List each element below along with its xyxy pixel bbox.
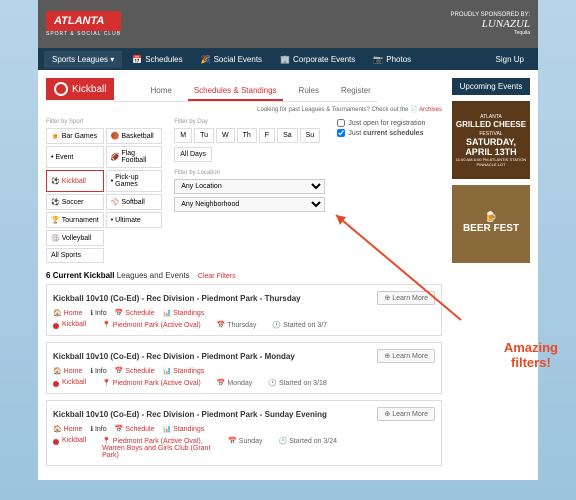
card-tab-home[interactable]: 🏠 Home [53,309,82,317]
card-tab-info[interactable]: ℹ Info [90,425,106,433]
main-nav: Sports Leagues ▾📅Schedules🎉Social Events… [38,48,538,70]
location-select[interactable]: Any Location [174,179,325,194]
sport-kickball[interactable]: ⚽Kickball [46,170,104,192]
sport-basketball[interactable]: 🏀Basketball [106,128,163,144]
learn-more-button[interactable]: ⊕ Learn More [377,349,435,363]
filter-location-label: Filter by Location [174,170,325,176]
card-tab-standings[interactable]: 📊 Standings [162,425,204,433]
card-location[interactable]: 📍 Piedmont Park (Active Oval), Warren Bo… [102,437,212,459]
league-card: Kickball 10v10 (Co-Ed) - Rec Division - … [46,342,442,394]
tab-register[interactable]: Register [335,82,377,101]
clear-filters[interactable]: Clear Filters [198,273,236,280]
tab-rules[interactable]: Rules [293,82,325,101]
card-sport: Kickball [53,437,86,445]
learn-more-button[interactable]: ⊕ Learn More [377,291,435,305]
card-tab-standings[interactable]: 📊 Standings [162,367,204,375]
card-start: 🕐 Started on 3/24 [279,437,338,445]
league-card: Kickball 10v10 (Co-Ed) - Rec Division - … [46,400,442,466]
tab-home[interactable]: Home [144,82,177,101]
card-location[interactable]: 📍 Piedmont Park (Active Oval) [102,379,201,387]
day-f[interactable]: F [259,128,275,143]
card-title: Kickball 10v10 (Co-Ed) - Rec Division - … [53,410,327,419]
ad-grilled-cheese[interactable]: ATLANTA GRILLED CHEESE FESTIVAL SATURDAY… [452,101,530,179]
card-tab-info[interactable]: ℹ Info [90,367,106,375]
sport-softball[interactable]: ⚾Softball [106,194,163,210]
sponsor-block: PROUDLY SPONSORED BY: LUNAZUL Tequila [451,12,530,36]
card-tab-schedule[interactable]: 📅 Schedule [115,309,155,317]
card-tab-schedule[interactable]: 📅 Schedule [115,367,155,375]
header: ATLANTA SPORT & SOCIAL CLUB PROUDLY SPON… [38,0,538,48]
card-location[interactable]: 📍 Piedmont Park (Active Oval) [102,321,201,329]
page-title: Kickball [46,78,114,100]
day-sa[interactable]: Sa [277,128,298,143]
nav-photos[interactable]: 📷Photos [365,51,419,68]
card-start: 🕐 Started on 3/7 [272,321,327,329]
all-days-button[interactable]: All Days [174,147,212,162]
nav-social-events[interactable]: 🎉Social Events [193,51,270,68]
sport-event[interactable]: •Event [46,146,104,168]
nav-sign-up[interactable]: Sign Up [488,51,532,68]
card-tab-home[interactable]: 🏠 Home [53,367,82,375]
sport-volleyball[interactable]: 🏐Volleyball [46,230,104,246]
card-tab-standings[interactable]: 📊 Standings [162,309,204,317]
open-registration-checkbox[interactable] [337,119,345,127]
league-card: Kickball 10v10 (Co-Ed) - Rec Division - … [46,284,442,336]
learn-more-button[interactable]: ⊕ Learn More [377,407,435,421]
nav-sports-leagues-[interactable]: Sports Leagues ▾ [44,51,122,68]
sport-tournament[interactable]: 🏆Tournament [46,212,104,228]
card-tab-schedule[interactable]: 📅 Schedule [115,425,155,433]
card-tab-home[interactable]: 🏠 Home [53,425,82,433]
filter-sport-label: Filter by Sport [46,119,162,125]
ad-beer-fest[interactable]: 🍺BEER FEST [452,185,530,263]
card-tab-info[interactable]: ℹ Info [90,309,106,317]
day-w[interactable]: W [216,128,235,143]
card-title: Kickball 10v10 (Co-Ed) - Rec Division - … [53,352,295,361]
logo[interactable]: ATLANTA SPORT & SOCIAL CLUB [46,11,121,37]
all-sports-button[interactable]: All Sports [46,248,104,263]
card-day: 📅 Sunday [228,437,262,445]
results-header: 6 Current Kickball Current Kickball Leag… [46,271,442,280]
card-sport: Kickball [53,379,86,387]
sport-flag-football[interactable]: 🏈Flag Football [106,146,163,168]
card-start: 🕐 Started on 3/18 [268,379,327,387]
upcoming-events-button[interactable]: Upcoming Events [452,78,530,95]
neighborhood-select[interactable]: Any Neighborhood [174,197,325,212]
sport-ultimate[interactable]: •Ultimate [106,212,163,228]
archive-note: Looking for past Leagues & Tournaments? … [46,106,442,113]
filter-day-label: Filter by Day [174,119,325,125]
card-day: 📅 Monday [217,379,253,387]
sub-tabs: Home Schedules & Standings Rules Register [114,82,376,102]
current-schedules-checkbox[interactable] [337,129,345,137]
day-th[interactable]: Th [237,128,257,143]
nav-schedules[interactable]: 📅Schedules [124,51,190,68]
card-day: 📅 Thursday [217,321,257,329]
card-title: Kickball 10v10 (Co-Ed) - Rec Division - … [53,294,301,303]
sport-bar-games[interactable]: 🍺Bar Games [46,128,104,144]
nav-corporate-events[interactable]: 🏢Corporate Events [272,51,363,68]
sport-pick-up-games[interactable]: •Pick-up Games [106,170,163,192]
day-m[interactable]: M [174,128,192,143]
card-sport: Kickball [53,321,86,329]
sport-soccer[interactable]: ⚽Soccer [46,194,104,210]
archives-link[interactable]: Archives [419,107,442,113]
day-tu[interactable]: Tu [194,128,214,143]
day-su[interactable]: Su [300,128,321,143]
tab-schedules-standings[interactable]: Schedules & Standings [188,82,283,101]
